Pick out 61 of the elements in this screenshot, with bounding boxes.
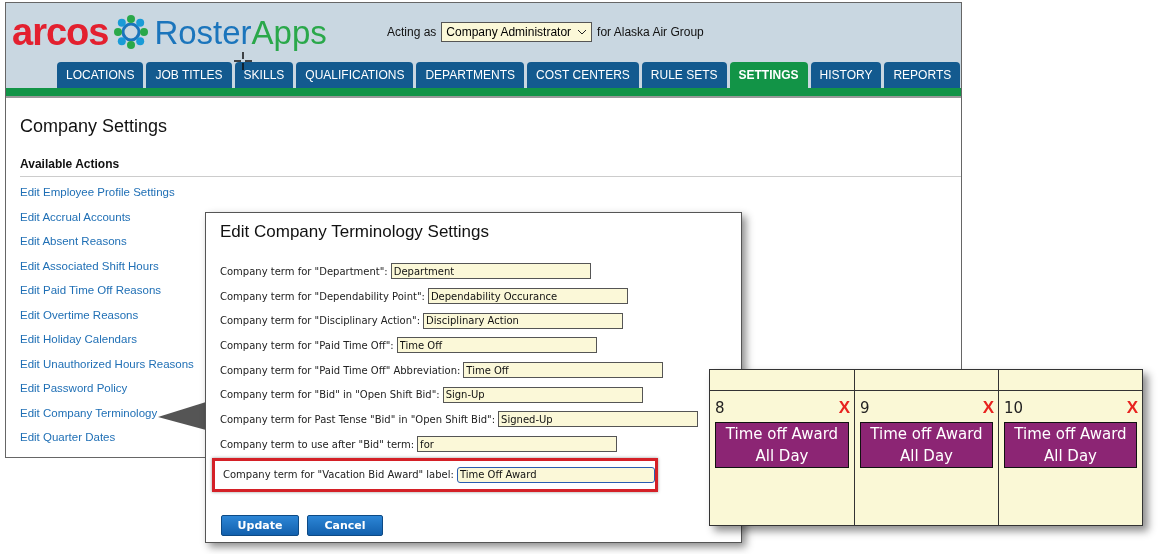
action-link[interactable]: Edit Password Policy	[20, 382, 128, 407]
action-link[interactable]: Edit Paid Time Off Reasons	[20, 284, 162, 309]
field-label: Company term for "Vacation Bid Award" label:	[223, 469, 454, 480]
field-label: Company term for Past Tense "Bid" in "Open Shift Bid":	[220, 413, 496, 425]
day-number: 8	[715, 399, 725, 417]
action-link[interactable]: Edit Absent Reasons	[20, 235, 127, 260]
field-label: Company term for "Department":	[220, 265, 388, 277]
day-number: 10	[1004, 399, 1024, 417]
action-link[interactable]: Edit Accrual Accounts	[20, 210, 131, 235]
field-label: Company term for "Bid" in "Open Shift Bid":	[220, 389, 440, 401]
term-field[interactable]: Time Off	[463, 362, 664, 379]
term-field[interactable]: Disciplinary Action	[423, 312, 624, 329]
dialog-title: Edit Company Terminology Settings	[220, 222, 490, 242]
field-label: Company term to use after "Bid" term:	[220, 438, 415, 450]
action-link[interactable]: Edit Associated Shift Hours	[20, 259, 159, 284]
action-link[interactable]: Edit Quarter Dates	[20, 431, 116, 456]
nav-tab[interactable]: DEPARTMENTS	[416, 62, 524, 88]
logo-ring-icon	[112, 13, 151, 51]
nav-tab[interactable]: QUALIFICATIONS	[296, 62, 414, 88]
term-field[interactable]: Time Off	[396, 337, 597, 354]
action-link[interactable]: Edit Overtime Reasons	[20, 308, 139, 333]
nav-tab[interactable]: JOB TITLES	[146, 62, 232, 88]
nav-tab[interactable]: LOCATIONS	[57, 62, 144, 88]
nav-tab[interactable]: HISTORY	[810, 62, 882, 88]
field-label: Company term for "Paid Time Off" Abbreviation:	[220, 364, 461, 376]
calendar-event[interactable]: Time off Award All Day	[860, 422, 993, 468]
crosshair-cursor-icon	[233, 51, 253, 71]
nav-tab[interactable]: SETTINGS	[729, 62, 808, 88]
role-select[interactable]: Company Administrator	[441, 22, 593, 42]
term-field[interactable]: Signed-Up	[498, 411, 699, 428]
calendar-event[interactable]: Time off Award All Day	[1004, 422, 1137, 468]
field-label: Company term for "Dependability Point":	[220, 290, 425, 302]
action-link[interactable]: Edit Unauthorized Hours Reasons	[20, 357, 194, 382]
chevron-down-icon	[577, 29, 588, 35]
calendar-event[interactable]: Time off Award All Day	[715, 422, 849, 468]
update-button[interactable]: Update	[221, 514, 299, 536]
remove-button[interactable]: X	[982, 398, 994, 418]
action-link[interactable]: Edit Employee Profile Settings	[20, 186, 175, 211]
nav-tab[interactable]: SKILLS	[234, 62, 294, 88]
nav-tab[interactable]: COST CENTERS	[527, 62, 639, 88]
day-number: 9	[860, 399, 870, 417]
term-field[interactable]: Time Off Award	[456, 466, 655, 483]
term-field[interactable]: Sign-Up	[442, 386, 643, 403]
remove-button[interactable]: X	[838, 398, 850, 418]
company-name: for Alaska Air Group	[597, 25, 704, 39]
remove-button[interactable]: X	[1126, 398, 1138, 418]
nav-tab[interactable]: REPORTS	[884, 62, 961, 88]
section-title: Available Actions	[20, 157, 961, 177]
term-field[interactable]: for	[417, 436, 618, 453]
action-link[interactable]: Edit Company Terminology	[20, 406, 158, 431]
cancel-button[interactable]: Cancel	[307, 514, 383, 536]
field-label: Company term for "Disciplinary Action":	[220, 315, 421, 327]
brand-logo: arcos	[12, 13, 109, 51]
page-title: Company Settings	[20, 116, 169, 137]
term-field[interactable]: Department	[390, 263, 591, 280]
nav-tab[interactable]: RULE SETS	[641, 62, 727, 88]
action-link[interactable]: Edit Holiday Calendars	[20, 333, 137, 358]
field-label: Company term for "Paid Time Off":	[220, 339, 394, 351]
acting-as-label: Acting as	[387, 25, 437, 39]
product-logo: RosterApps	[154, 15, 327, 49]
term-field[interactable]: Dependability Occurance	[427, 288, 628, 305]
